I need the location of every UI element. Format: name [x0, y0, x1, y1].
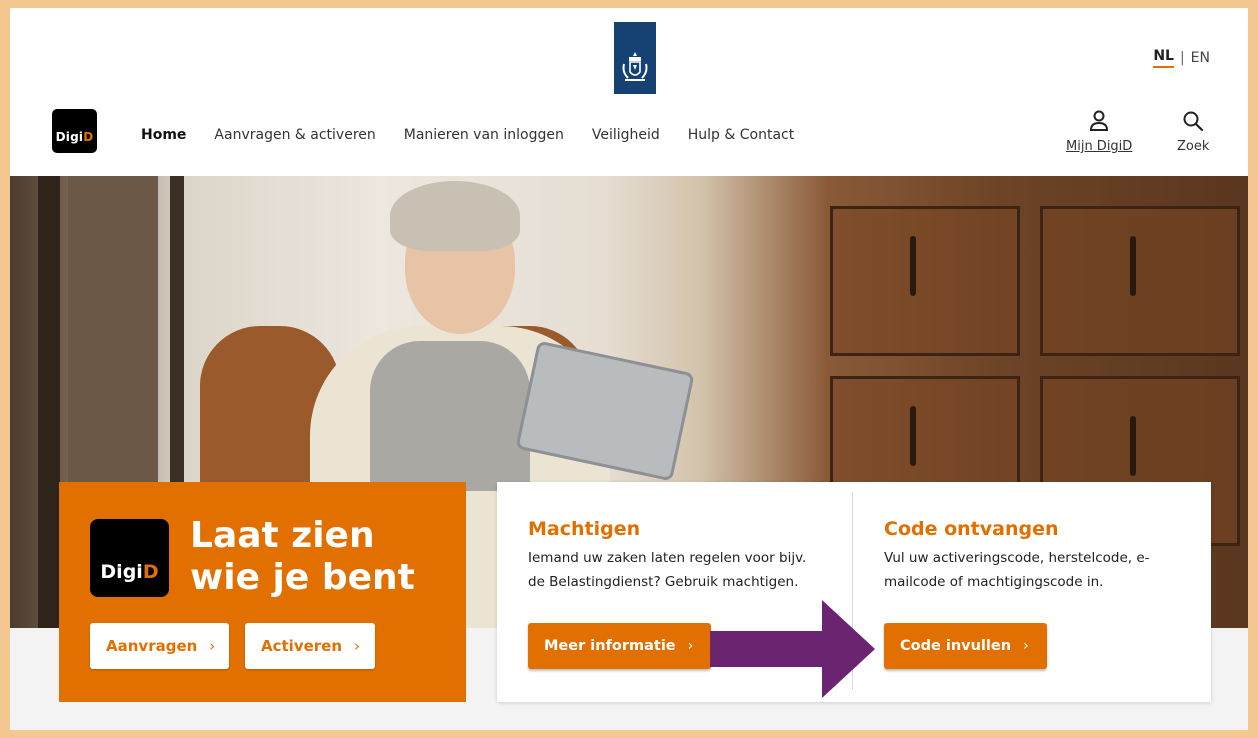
person-icon [1090, 110, 1109, 131]
code-text-line-2: mailcode of machtigingscode in. [884, 574, 1104, 590]
aanvragen-button-label: Aanvragen [106, 637, 198, 655]
nav-manieren-van-inloggen[interactable]: Manieren van inloggen [404, 127, 564, 143]
nav-aanvragen-activeren[interactable]: Aanvragen & activeren [214, 127, 375, 143]
mijn-digid-label: Mijn DigiD [1066, 139, 1133, 154]
digid-large-text-b: D [142, 561, 159, 583]
nav-hulp-contact[interactable]: Hulp & Contact [688, 127, 794, 143]
code-invullen-button[interactable]: Code invullen › [884, 623, 1047, 669]
chevron-right-icon: › [687, 638, 694, 654]
nav-veiligheid[interactable]: Veiligheid [592, 127, 660, 143]
zoek-label: Zoek [1177, 139, 1210, 154]
meer-informatie-button[interactable]: Meer informatie › [528, 623, 711, 669]
code-ontvangen-section: Code ontvangen Vul uw activeringscode, h… [884, 518, 1204, 594]
hero-headline: Laat zien wie je bent [190, 515, 415, 599]
chevron-right-icon: › [1023, 638, 1029, 654]
lang-en-link[interactable]: EN [1191, 50, 1210, 66]
aanvragen-button[interactable]: Aanvragen › [90, 623, 229, 669]
chevron-right-icon: › [209, 637, 216, 655]
code-text-line-1: Vul uw activeringscode, herstelcode, e- [884, 550, 1150, 566]
headline-line-2: wie je bent [190, 557, 415, 598]
digid-logo-text-b: D [83, 130, 94, 144]
search-icon [1183, 111, 1204, 132]
meer-informatie-label: Meer informatie [544, 638, 676, 654]
lang-separator: | [1179, 50, 1185, 66]
lang-nl-link[interactable]: NL [1153, 48, 1174, 68]
rijksoverheid-logo[interactable] [614, 22, 656, 94]
mijn-digid-link[interactable]: Mijn DigiD [1066, 110, 1132, 154]
digid-logo-large: Digi D [90, 519, 169, 597]
machtigen-section: Machtigen Iemand uw zaken laten regelen … [528, 518, 848, 594]
activeren-button[interactable]: Activeren › [245, 623, 375, 669]
machtigen-text-line-2: de Belastingdienst? Gebruik machtigen. [528, 574, 799, 590]
zoek-button[interactable]: Zoek [1177, 110, 1209, 154]
annotation-arrow-icon [710, 600, 875, 698]
activeren-button-label: Activeren [261, 637, 343, 655]
digid-home-logo[interactable]: Digi D [52, 109, 97, 153]
main-nav: Home Aanvragen & activeren Manieren van … [141, 127, 822, 143]
language-switcher: NL | EN [1153, 48, 1210, 68]
coat-of-arms-icon [622, 52, 648, 81]
code-invullen-label: Code invullen [900, 638, 1012, 654]
digid-large-text-a: Digi [100, 561, 143, 583]
code-ontvangen-title: Code ontvangen [884, 518, 1059, 540]
headline-line-1: Laat zien [190, 515, 375, 556]
nav-home[interactable]: Home [141, 127, 186, 143]
machtigen-text-line-1: Iemand uw zaken laten regelen voor bijv. [528, 550, 807, 566]
machtigen-title: Machtigen [528, 518, 641, 540]
chevron-right-icon: › [354, 637, 361, 655]
hero-card: Digi D Laat zien wie je bent Aanvragen › … [59, 482, 466, 702]
digid-logo-text-a: Digi [55, 130, 84, 144]
page-frame: NL | EN Digi D Home Aanvragen & activeren… [10, 8, 1248, 730]
